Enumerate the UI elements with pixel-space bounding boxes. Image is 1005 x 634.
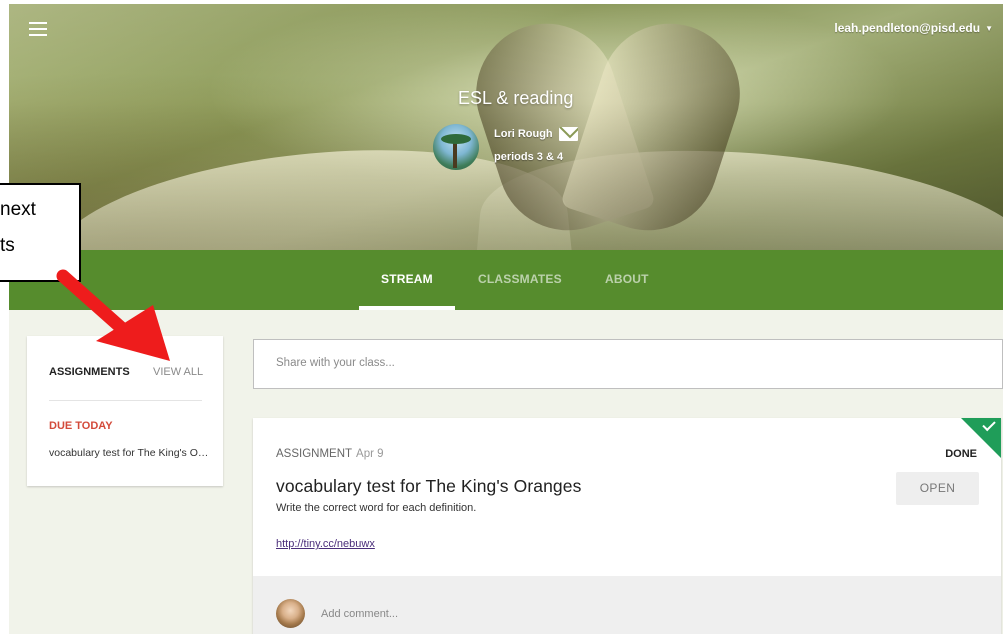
active-tab-indicator — [359, 306, 455, 310]
assignment-title[interactable]: vocabulary test for The King's Oranges — [276, 476, 581, 497]
open-button[interactable]: OPEN — [896, 472, 979, 505]
post-type-label: ASSIGNMENT Apr 9 — [276, 448, 384, 460]
assignment-post-card: ASSIGNMENT Apr 9 DONE vocabulary test for… — [253, 418, 1001, 634]
view-all-link[interactable]: VIEW ALL — [153, 366, 203, 378]
callout-text-line1: next — [0, 199, 36, 220]
tab-classmates[interactable]: CLASSMATES — [478, 272, 562, 286]
tab-about[interactable]: ABOUT — [605, 272, 649, 286]
due-today-label: DUE TODAY — [49, 420, 113, 432]
share-with-class-input[interactable]: Share with your class... — [253, 339, 1003, 389]
mail-icon[interactable] — [559, 127, 578, 141]
done-label: DONE — [945, 448, 977, 460]
due-assignment-link[interactable]: vocabulary test for The King's Oranges — [49, 447, 209, 459]
annotation-callout-box: next ts — [0, 183, 81, 282]
teacher-name: Lori Rough — [494, 128, 553, 140]
class-title: ESL & reading — [458, 88, 574, 108]
class-nav-bar: STREAM CLASSMATES ABOUT — [9, 250, 1003, 310]
class-section: periods 3 & 4 — [494, 151, 564, 163]
assignment-description: Write the correct word for each definiti… — [276, 502, 477, 514]
classroom-app: leah.pendleton@pisd.edu ▼ ESL & reading L… — [9, 4, 1003, 634]
assignment-link[interactable]: http://tiny.cc/nebuwx — [276, 538, 375, 550]
banner-vignette — [9, 4, 1003, 250]
post-type: ASSIGNMENT — [276, 448, 353, 460]
share-placeholder: Share with your class... — [276, 357, 395, 369]
teacher-avatar — [433, 124, 479, 170]
comment-bar: Add comment... — [253, 576, 1001, 634]
post-date: Apr 9 — [356, 448, 384, 460]
caret-down-icon: ▼ — [985, 24, 993, 34]
class-header-banner: leah.pendleton@pisd.edu ▼ ESL & reading L… — [9, 4, 1003, 250]
assignments-divider — [49, 400, 202, 401]
hamburger-menu-icon[interactable] — [29, 22, 47, 36]
tab-stream[interactable]: STREAM — [381, 272, 433, 286]
callout-text-line2: ts — [0, 235, 15, 256]
assignments-heading: ASSIGNMENTS — [49, 366, 130, 378]
add-comment-input[interactable]: Add comment... — [321, 608, 398, 620]
account-menu[interactable]: leah.pendleton@pisd.edu ▼ — [834, 21, 993, 35]
user-avatar — [276, 599, 305, 628]
assignments-card: ASSIGNMENTS VIEW ALL DUE TODAY vocabular… — [27, 336, 223, 486]
user-email-label: leah.pendleton@pisd.edu — [834, 21, 981, 35]
